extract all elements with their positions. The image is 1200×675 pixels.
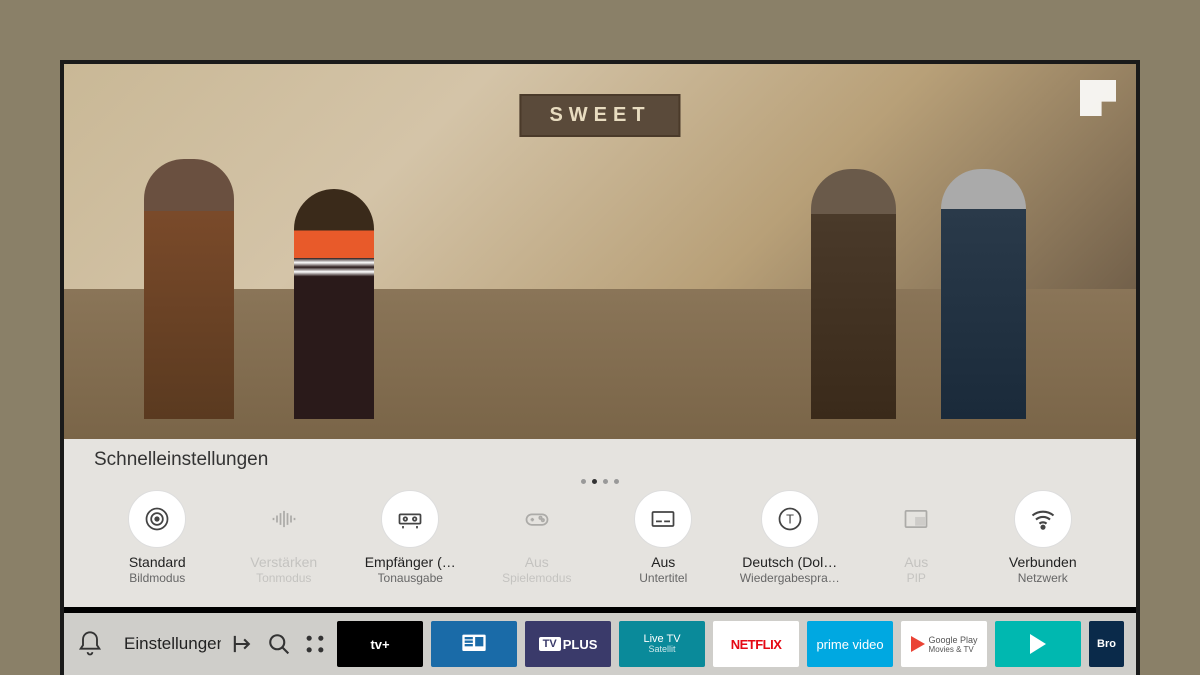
launcher-row: Einstellungen tv+ TVPLUS Live TVSatellit NE… bbox=[64, 613, 1136, 675]
setting-label: Bildmodus bbox=[129, 571, 185, 585]
video-figure bbox=[144, 159, 234, 419]
app-sublabel: Satellit bbox=[649, 645, 676, 655]
page-dot bbox=[614, 479, 619, 484]
settings-label: Einstellungen bbox=[124, 634, 221, 654]
setting-audio-language[interactable]: T Deutsch (Dol…Wiedergabespra… bbox=[727, 490, 854, 585]
play-icon bbox=[1030, 634, 1046, 654]
setting-label: PIP bbox=[907, 571, 926, 585]
settings-button[interactable]: Einstellungen bbox=[112, 633, 221, 655]
page-dot bbox=[581, 479, 586, 484]
play-triangle-icon bbox=[911, 636, 925, 652]
setting-label: Tonausgabe bbox=[378, 571, 443, 585]
video-figure bbox=[294, 189, 374, 419]
setting-pip[interactable]: AusPIP bbox=[853, 490, 980, 585]
subtitle-icon bbox=[634, 490, 692, 548]
app-netflix[interactable]: NETFLIX bbox=[713, 621, 799, 667]
svg-text:T: T bbox=[786, 512, 794, 527]
apple-tv-logo: tv+ bbox=[370, 637, 389, 652]
app-tv-plus[interactable]: TVPLUS bbox=[525, 621, 611, 667]
wave-icon bbox=[255, 490, 313, 548]
setting-label: Spielemodus bbox=[502, 571, 571, 585]
setting-label: Netzwerk bbox=[1018, 571, 1068, 585]
circles-icon bbox=[128, 490, 186, 548]
app-live-tv[interactable]: Live TVSatellit bbox=[619, 621, 705, 667]
source-icon[interactable] bbox=[229, 627, 257, 661]
video-figure bbox=[811, 169, 896, 419]
app-browser[interactable]: Bro bbox=[1089, 621, 1124, 667]
receiver-icon bbox=[381, 490, 439, 548]
gamepad-icon bbox=[508, 490, 566, 548]
app-label: prime video bbox=[816, 637, 883, 652]
video-playback-area: SWEET bbox=[64, 64, 1136, 439]
app-prime-video[interactable]: prime video bbox=[807, 621, 893, 667]
tv-screen: SWEET Schnelleinstellungen StandardBildm… bbox=[60, 60, 1140, 675]
setting-label: Tonmodus bbox=[256, 571, 311, 585]
setting-label: Wiedergabespra… bbox=[740, 571, 840, 585]
language-icon: T bbox=[761, 490, 819, 548]
setting-value: Aus bbox=[651, 554, 675, 570]
panel-title: Schnelleinstellungen bbox=[94, 449, 1106, 471]
app-apple-tv[interactable]: tv+ bbox=[337, 621, 423, 667]
app-label: Bro bbox=[1097, 638, 1116, 650]
wifi-icon bbox=[1014, 490, 1072, 548]
app-media[interactable] bbox=[995, 621, 1081, 667]
setting-subtitle[interactable]: AusUntertitel bbox=[600, 490, 727, 585]
search-icon[interactable] bbox=[265, 627, 293, 661]
set-sign: SWEET bbox=[519, 94, 680, 137]
setting-value: Empfänger (… bbox=[365, 554, 456, 570]
setting-value: Deutsch (Dol… bbox=[742, 554, 837, 570]
setting-sound-output[interactable]: Empfänger (…Tonausgabe bbox=[347, 490, 474, 585]
app-label: NETFLIX bbox=[731, 637, 782, 652]
app-guide[interactable] bbox=[431, 621, 517, 667]
setting-sound-mode[interactable]: VerstärkenTonmodus bbox=[221, 490, 348, 585]
notifications-icon[interactable] bbox=[76, 627, 104, 661]
app-label: Google PlayMovies & TV bbox=[929, 635, 978, 654]
tvplus-logo: TVPLUS bbox=[539, 637, 598, 652]
setting-value: Aus bbox=[525, 554, 549, 570]
setting-game-mode[interactable]: AusSpielemodus bbox=[474, 490, 601, 585]
page-indicator bbox=[94, 479, 1106, 484]
setting-network[interactable]: VerbundenNetzwerk bbox=[980, 490, 1107, 585]
setting-picture-mode[interactable]: StandardBildmodus bbox=[94, 490, 221, 585]
guide-icon bbox=[460, 630, 488, 658]
setting-value: Verstärken bbox=[250, 554, 317, 570]
apps-grid-icon[interactable] bbox=[301, 627, 329, 661]
pip-icon bbox=[887, 490, 945, 548]
setting-value: Aus bbox=[904, 554, 928, 570]
page-dot bbox=[603, 479, 608, 484]
quick-settings-panel: Schnelleinstellungen StandardBildmodusVe… bbox=[64, 439, 1136, 607]
setting-label: Untertitel bbox=[639, 571, 687, 585]
setting-value: Verbunden bbox=[1009, 554, 1077, 570]
video-figure bbox=[941, 169, 1026, 419]
app-google-play[interactable]: Google PlayMovies & TV bbox=[901, 621, 987, 667]
setting-value: Standard bbox=[129, 554, 186, 570]
page-dot bbox=[592, 479, 597, 484]
